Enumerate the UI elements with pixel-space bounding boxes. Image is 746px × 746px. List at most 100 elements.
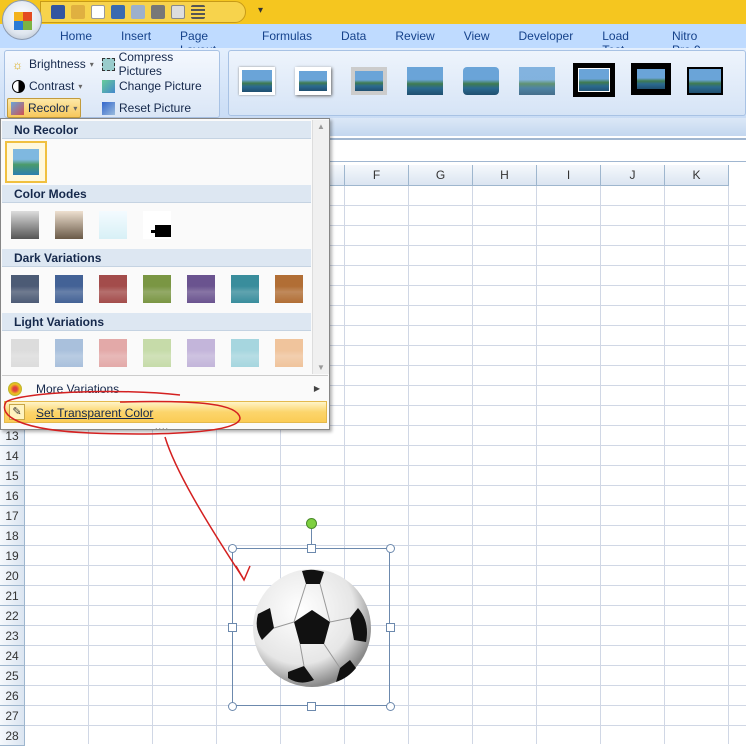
print-preview-icon[interactable] bbox=[171, 5, 185, 19]
column-header-J[interactable]: J bbox=[601, 165, 665, 186]
tab-formulas[interactable]: Formulas bbox=[262, 24, 312, 48]
dark-variation-swatch[interactable] bbox=[275, 275, 303, 303]
resize-handle-se[interactable] bbox=[386, 702, 395, 711]
grayscale-swatch[interactable] bbox=[11, 211, 39, 239]
tab-review[interactable]: Review bbox=[395, 24, 434, 48]
row-header-20[interactable]: 20 bbox=[0, 566, 25, 586]
no-recolor-swatch[interactable] bbox=[5, 141, 47, 183]
compress-pictures-button[interactable]: Compress Pictures bbox=[99, 50, 219, 78]
scroll-up-icon[interactable]: ▲ bbox=[313, 122, 329, 131]
brightness-label: Brightness bbox=[29, 57, 86, 71]
tab-load-test[interactable]: Load Test bbox=[602, 24, 643, 57]
dark-variations-heading: Dark Variations bbox=[2, 249, 311, 267]
column-header-K[interactable]: K bbox=[665, 165, 729, 186]
picture-style-3[interactable] bbox=[351, 67, 387, 95]
dark-variation-swatch[interactable] bbox=[99, 275, 127, 303]
picture-style-5[interactable] bbox=[463, 67, 499, 95]
light-variation-swatch[interactable] bbox=[187, 339, 215, 367]
light-variation-swatch[interactable] bbox=[11, 339, 39, 367]
resize-handle-n[interactable] bbox=[307, 544, 316, 553]
tab-data[interactable]: Data bbox=[341, 24, 366, 48]
no-recolor-heading: No Recolor bbox=[2, 121, 311, 139]
picture-style-6[interactable] bbox=[519, 67, 555, 95]
menu-icon[interactable] bbox=[191, 5, 205, 19]
dark-variation-swatch[interactable] bbox=[187, 275, 215, 303]
tab-page-layout[interactable]: Page Layout bbox=[180, 24, 233, 57]
picture-style-4[interactable] bbox=[407, 67, 443, 95]
light-variation-swatch[interactable] bbox=[275, 339, 303, 367]
brightness-button[interactable]: ☼ Brightness ▾ bbox=[9, 54, 97, 74]
light-variation-swatch[interactable] bbox=[231, 339, 259, 367]
office-logo-icon bbox=[14, 12, 32, 30]
tab-home[interactable]: Home bbox=[60, 24, 92, 48]
row-header-28[interactable]: 28 bbox=[0, 726, 25, 746]
row-header-14[interactable]: 14 bbox=[0, 446, 25, 466]
gallery-scrollbar[interactable]: ▲ ▼ bbox=[312, 120, 329, 374]
reset-picture-button[interactable]: Reset Picture bbox=[99, 98, 194, 118]
set-transparent-color-item[interactable]: ✎ Set Transparent Color bbox=[4, 401, 327, 423]
picture-style-8[interactable] bbox=[631, 63, 671, 95]
open-icon[interactable] bbox=[71, 5, 85, 19]
light-variation-swatch[interactable] bbox=[143, 339, 171, 367]
compress-icon bbox=[102, 57, 115, 71]
row-header-19[interactable]: 19 bbox=[0, 546, 25, 566]
tab-insert[interactable]: Insert bbox=[121, 24, 151, 48]
row-header-26[interactable]: 26 bbox=[0, 686, 25, 706]
light-variation-swatch[interactable] bbox=[99, 339, 127, 367]
recolor-button[interactable]: Recolor ▾ bbox=[7, 98, 82, 118]
column-header-I[interactable]: I bbox=[537, 165, 601, 186]
row-header-21[interactable]: 21 bbox=[0, 586, 25, 606]
row-header-24[interactable]: 24 bbox=[0, 646, 25, 666]
tab-nitro[interactable]: Nitro Pro 9 bbox=[672, 24, 717, 57]
picture-style-7[interactable] bbox=[573, 63, 615, 97]
resize-grip[interactable]: .... bbox=[155, 421, 169, 431]
resize-handle-e[interactable] bbox=[386, 623, 395, 632]
contrast-label: Contrast bbox=[29, 79, 75, 93]
washout-swatch[interactable] bbox=[99, 211, 127, 239]
dark-variation-swatch[interactable] bbox=[143, 275, 171, 303]
print-icon[interactable] bbox=[151, 5, 165, 19]
column-header-G[interactable]: G bbox=[409, 165, 473, 186]
resize-handle-nw[interactable] bbox=[228, 544, 237, 553]
column-header-F[interactable]: F bbox=[345, 165, 409, 186]
more-variations-item[interactable]: More Variations ▶ bbox=[2, 378, 328, 400]
customize-qat-icon[interactable]: ▾ bbox=[258, 5, 263, 16]
quick-access-toolbar bbox=[40, 1, 246, 23]
column-header-H[interactable]: H bbox=[473, 165, 537, 186]
row-header-17[interactable]: 17 bbox=[0, 506, 25, 526]
rotation-handle[interactable] bbox=[306, 518, 317, 529]
row-header-22[interactable]: 22 bbox=[0, 606, 25, 626]
resize-handle-w[interactable] bbox=[228, 623, 237, 632]
undo-icon[interactable] bbox=[111, 5, 125, 19]
reset-picture-icon bbox=[102, 101, 115, 115]
selected-picture[interactable] bbox=[232, 548, 390, 706]
save-icon[interactable] bbox=[51, 5, 65, 19]
resize-handle-ne[interactable] bbox=[386, 544, 395, 553]
resize-handle-s[interactable] bbox=[307, 702, 316, 711]
redo-icon[interactable] bbox=[131, 5, 145, 19]
office-button[interactable] bbox=[2, 0, 42, 40]
contrast-button[interactable]: Contrast ▾ bbox=[9, 76, 85, 96]
scroll-down-icon[interactable]: ▼ bbox=[313, 363, 329, 372]
tab-view[interactable]: View bbox=[464, 24, 490, 48]
row-header-23[interactable]: 23 bbox=[0, 626, 25, 646]
row-header-25[interactable]: 25 bbox=[0, 666, 25, 686]
row-header-27[interactable]: 27 bbox=[0, 706, 25, 726]
picture-style-9[interactable] bbox=[687, 67, 723, 95]
row-header-18[interactable]: 18 bbox=[0, 526, 25, 546]
change-picture-button[interactable]: Change Picture bbox=[99, 76, 205, 96]
sepia-swatch[interactable] bbox=[55, 211, 83, 239]
recolor-icon bbox=[11, 101, 24, 115]
dark-variation-swatch[interactable] bbox=[11, 275, 39, 303]
dark-variation-swatch[interactable] bbox=[231, 275, 259, 303]
dark-variation-swatch[interactable] bbox=[55, 275, 83, 303]
tab-developer[interactable]: Developer bbox=[519, 24, 574, 48]
resize-handle-sw[interactable] bbox=[228, 702, 237, 711]
new-icon[interactable] bbox=[91, 5, 105, 19]
row-header-16[interactable]: 16 bbox=[0, 486, 25, 506]
black-white-swatch[interactable] bbox=[143, 211, 171, 239]
light-variation-swatch[interactable] bbox=[55, 339, 83, 367]
row-header-15[interactable]: 15 bbox=[0, 466, 25, 486]
picture-style-2[interactable] bbox=[295, 67, 331, 95]
picture-style-1[interactable] bbox=[239, 67, 275, 95]
